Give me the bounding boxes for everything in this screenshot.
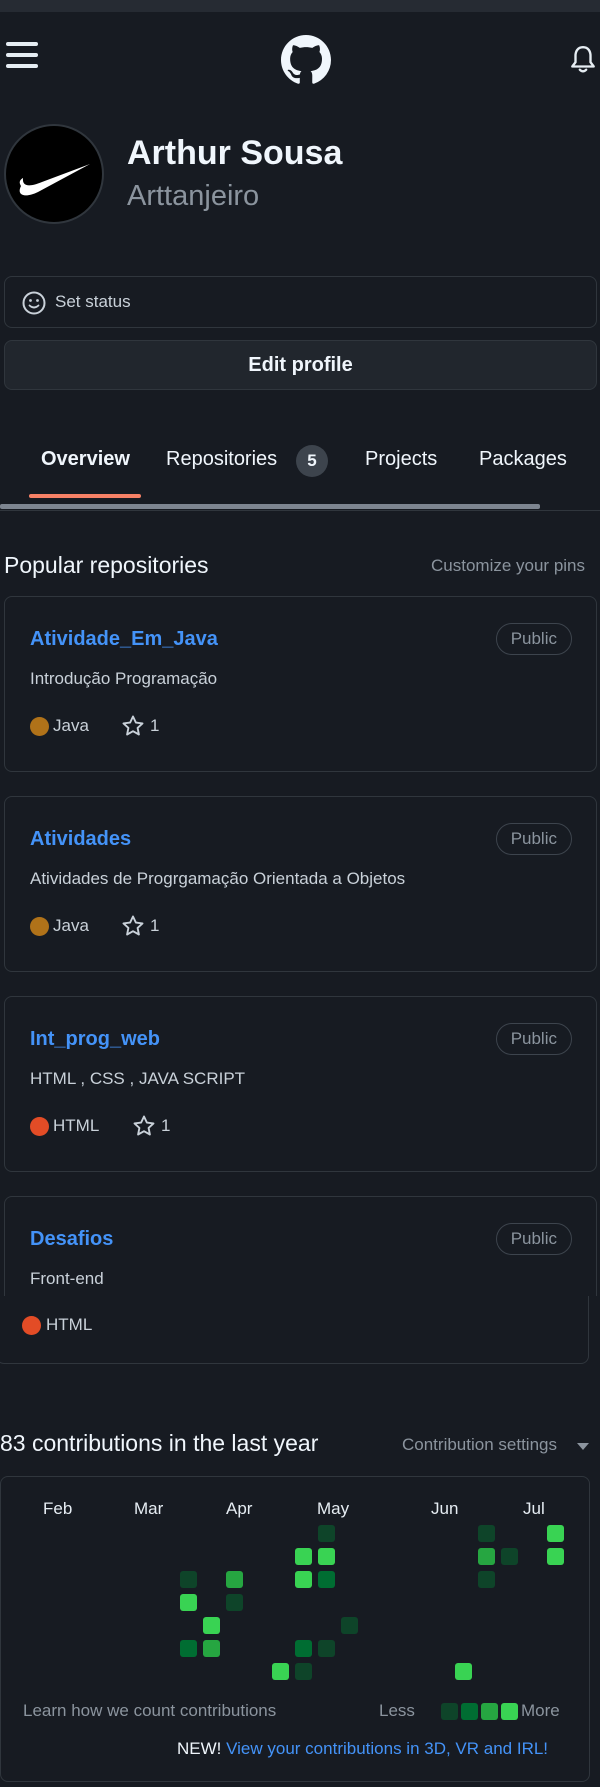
repo-card: Atividade_Em_Java Public Introdução Prog… xyxy=(4,596,597,772)
bell-icon[interactable] xyxy=(570,44,596,74)
star-count[interactable]: 1 xyxy=(161,1116,170,1136)
tab-overview[interactable]: Overview xyxy=(41,448,130,471)
visibility-badge: Public xyxy=(495,1023,572,1055)
learn-contributions-link[interactable]: Learn how we count contributions xyxy=(23,1701,276,1721)
tabs-scrollbar[interactable] xyxy=(0,504,540,509)
smiley-icon xyxy=(22,291,46,315)
star-icon[interactable] xyxy=(121,914,145,938)
legend-level-1 xyxy=(441,1703,458,1720)
contribution-day-cell[interactable] xyxy=(180,1594,197,1611)
repo-language: HTML xyxy=(53,1116,100,1135)
month-label: Feb xyxy=(43,1499,73,1518)
month-label: Mar xyxy=(134,1499,164,1518)
customize-pins-link[interactable]: Customize your pins xyxy=(431,556,585,576)
language-color-dot xyxy=(30,1117,49,1136)
legend-level-2 xyxy=(461,1703,478,1720)
star-icon[interactable] xyxy=(121,714,145,738)
avatar[interactable] xyxy=(4,124,104,224)
contribution-day-cell[interactable] xyxy=(341,1617,358,1634)
language-color-dot xyxy=(22,1316,41,1335)
month-label: Jul xyxy=(523,1499,545,1518)
hamburger-icon[interactable] xyxy=(6,42,38,68)
repo-name-link[interactable]: Desafios xyxy=(30,1228,113,1251)
new-feature-banner: NEW! View your contributions in 3D, VR a… xyxy=(177,1739,548,1759)
contribution-day-cell[interactable] xyxy=(478,1525,495,1542)
star-count[interactable]: 1 xyxy=(150,716,159,736)
contribution-day-cell[interactable] xyxy=(295,1548,312,1565)
contribution-day-cell[interactable] xyxy=(295,1640,312,1657)
contribution-day-cell[interactable] xyxy=(318,1640,335,1657)
repo-card: Int_prog_web Public HTML , CSS , JAVA SC… xyxy=(4,996,597,1172)
legend-less-label: Less xyxy=(379,1701,415,1720)
active-tab-indicator xyxy=(29,494,141,498)
repo-language: Java xyxy=(53,716,89,735)
tab-packages[interactable]: Packages xyxy=(479,448,567,471)
tabs-divider xyxy=(0,510,600,511)
set-status-button[interactable]: Set status xyxy=(4,276,597,328)
popular-repositories-heading: Popular repositories xyxy=(4,552,209,578)
caret-down-icon[interactable] xyxy=(577,1443,589,1450)
profile-login: Arttanjeiro xyxy=(127,180,260,212)
month-label: Apr xyxy=(226,1499,253,1518)
contribution-day-cell[interactable] xyxy=(455,1663,472,1680)
contribution-day-cell[interactable] xyxy=(478,1571,495,1588)
repo-description: Introdução Programação xyxy=(30,669,218,688)
repo-card: Desafios Public Front-end xyxy=(4,1196,597,1296)
contribution-day-cell[interactable] xyxy=(180,1571,197,1588)
repo-name-link[interactable]: Atividade_Em_Java xyxy=(30,628,218,651)
tab-projects[interactable]: Projects xyxy=(365,448,437,471)
view-3d-contributions-link[interactable]: View your contributions in 3D, VR and IR… xyxy=(226,1739,548,1758)
legend-level-4 xyxy=(501,1703,518,1720)
contribution-day-cell[interactable] xyxy=(318,1548,335,1565)
contribution-day-cell[interactable] xyxy=(318,1525,335,1542)
contributions-heading: 83 contributions in the last year xyxy=(0,1430,319,1456)
contribution-day-cell[interactable] xyxy=(272,1663,289,1680)
contribution-graph: Feb Mar Apr May Jun Jul Learn how we cou… xyxy=(0,1476,590,1782)
contribution-day-cell[interactable] xyxy=(295,1571,312,1588)
contribution-day-cell[interactable] xyxy=(295,1663,312,1680)
contribution-day-cell[interactable] xyxy=(318,1571,335,1588)
repositories-count-badge: 5 xyxy=(296,445,328,477)
star-count[interactable]: 1 xyxy=(150,916,159,936)
new-label: NEW! xyxy=(177,1739,222,1758)
contribution-day-cell[interactable] xyxy=(547,1548,564,1565)
contribution-day-cell[interactable] xyxy=(226,1571,243,1588)
visibility-badge: Public xyxy=(495,623,572,655)
set-status-label: Set status xyxy=(55,292,131,311)
contribution-day-cell[interactable] xyxy=(226,1594,243,1611)
visibility-badge: Public xyxy=(495,1223,572,1255)
repo-description: HTML , CSS , JAVA SCRIPT xyxy=(30,1069,246,1088)
contribution-day-cell[interactable] xyxy=(547,1525,564,1542)
contribution-day-cell[interactable] xyxy=(180,1640,197,1657)
edit-profile-button[interactable]: Edit profile xyxy=(4,340,597,390)
repo-card: Atividades Public Atividades de Progrgam… xyxy=(4,796,597,972)
month-label: Jun xyxy=(431,1499,459,1518)
repo-description: Front-end xyxy=(30,1269,104,1288)
language-color-dot xyxy=(30,717,49,736)
repo-name-link[interactable]: Int_prog_web xyxy=(30,1028,160,1051)
contribution-day-cell[interactable] xyxy=(203,1640,220,1657)
repo-language: HTML xyxy=(46,1315,93,1334)
contribution-day-cell[interactable] xyxy=(478,1548,495,1565)
tab-repositories[interactable]: Repositories xyxy=(166,448,277,471)
visibility-badge: Public xyxy=(495,823,572,855)
contribution-day-cell[interactable] xyxy=(501,1548,518,1565)
status-bar-strip xyxy=(0,0,600,12)
repo-card-footer: HTML xyxy=(0,1296,589,1364)
github-logo-icon[interactable] xyxy=(281,35,331,85)
language-color-dot xyxy=(30,917,49,936)
legend-level-3 xyxy=(481,1703,498,1720)
month-label: May xyxy=(317,1499,350,1518)
nike-swoosh-logo xyxy=(19,164,90,196)
profile-name: Arthur Sousa xyxy=(127,134,343,172)
legend-more-label: More xyxy=(521,1701,560,1720)
repo-name-link[interactable]: Atividades xyxy=(30,828,131,851)
repo-language: Java xyxy=(53,916,89,935)
star-icon[interactable] xyxy=(132,1114,156,1138)
repo-description: Atividades de Progrgamação Orientada a O… xyxy=(30,869,406,888)
contribution-day-cell[interactable] xyxy=(203,1617,220,1634)
contribution-settings-button[interactable]: Contribution settings xyxy=(402,1435,557,1455)
